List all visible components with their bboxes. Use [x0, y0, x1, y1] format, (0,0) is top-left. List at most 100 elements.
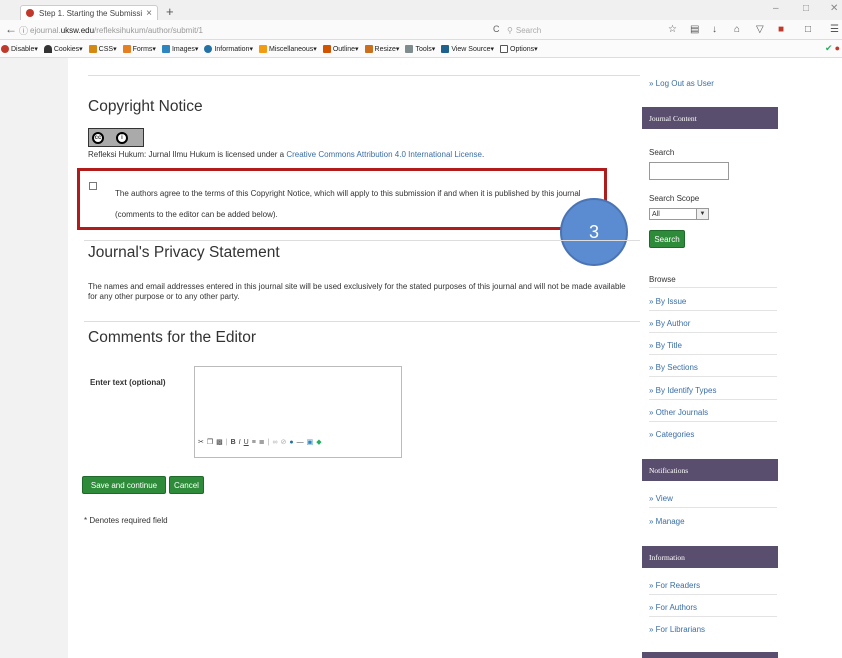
window-maximize-button[interactable]: □	[803, 3, 809, 14]
back-arrow-icon[interactable]: ←	[5, 22, 17, 36]
license-link[interactable]: Creative Commons Attribution 4.0 Interna…	[286, 150, 482, 159]
browse-link-by-sections[interactable]: » By Sections	[649, 363, 698, 372]
copyright-agree-checkbox[interactable]	[89, 182, 97, 190]
browser-search-input[interactable]: ⚲ Search	[507, 23, 647, 37]
info-link-for-authors[interactable]: » For Authors	[649, 603, 697, 612]
search-placeholder: Search	[515, 25, 542, 35]
divider	[84, 321, 640, 322]
download-icon[interactable]: ↓	[712, 24, 717, 35]
html-icon[interactable]: —	[297, 439, 304, 446]
divider	[649, 310, 777, 311]
tab-title: Step 1. Starting the Submissi	[39, 8, 143, 18]
window-close-button[interactable]: ✕	[830, 3, 838, 14]
dev-forms[interactable]: Forms▾	[122, 44, 156, 53]
browse-link-by-author[interactable]: » By Author	[649, 319, 690, 328]
divider	[649, 421, 777, 422]
page-right-gutter	[790, 58, 842, 658]
save-continue-button[interactable]: Save and continue	[82, 476, 166, 494]
browse-label: Browse	[649, 275, 676, 284]
plugin-icon[interactable]: ◆	[316, 438, 321, 446]
paste-icon[interactable]: ▩	[216, 438, 223, 446]
library-icon[interactable]: ▤	[690, 24, 699, 35]
search-scope-label: Search Scope	[649, 194, 700, 203]
notification-link-manage[interactable]: » Manage	[649, 517, 685, 526]
bold-icon[interactable]: B	[231, 439, 236, 446]
cut-icon[interactable]: ✂	[198, 438, 204, 446]
dev-status-icon: ✔ ●	[825, 43, 840, 53]
options-icon	[500, 44, 508, 53]
browse-link-categories[interactable]: » Categories	[649, 430, 694, 439]
italic-icon[interactable]: I	[239, 439, 241, 446]
underline-icon[interactable]: U	[244, 439, 249, 446]
browser-tab[interactable]: Step 1. Starting the Submissi ×	[20, 5, 158, 20]
sidebar-icon[interactable]: □	[805, 24, 811, 35]
site-favicon-icon	[26, 9, 34, 17]
chevron-down-icon: ▼	[696, 209, 708, 219]
sidebar-search-input[interactable]	[649, 162, 729, 180]
browse-link-other-journals[interactable]: » Other Journals	[649, 408, 708, 417]
info-link-for-readers[interactable]: » For Readers	[649, 581, 700, 590]
comments-label: Enter text (optional)	[90, 378, 166, 387]
cancel-button[interactable]: Cancel	[169, 476, 204, 494]
new-tab-button[interactable]: +	[166, 4, 174, 19]
divider	[649, 354, 777, 355]
image-icon	[161, 44, 170, 53]
dev-miscellaneous[interactable]: Miscellaneous▾	[258, 44, 317, 53]
help-icon[interactable]: ●	[289, 439, 293, 446]
privacy-title: Journal's Privacy Statement	[88, 244, 280, 261]
divider	[649, 594, 777, 595]
tab-close-icon[interactable]: ×	[146, 8, 152, 19]
creative-commons-badge-icon[interactable]: cc i	[88, 128, 144, 147]
sidebar-heading-notifications: Notifications	[642, 459, 778, 481]
dev-cookies[interactable]: Cookies▾	[43, 44, 83, 53]
url-bar[interactable]: ejournal. uksw.edu/refleksihukum/author/s…	[30, 23, 470, 37]
sidebar-heading-information: Information	[642, 546, 778, 568]
dev-resize[interactable]: Resize▾	[364, 44, 399, 53]
dev-information[interactable]: Information▾	[204, 44, 253, 53]
dev-outline[interactable]: Outline▾	[322, 44, 359, 53]
editor-toolbar: ✂ ❐ ▩ | B I U ≡ ≣ | ∞ ⊘ ● — ▣ ◆	[198, 438, 322, 447]
browse-link-by-identify-types[interactable]: » By Identify Types	[649, 386, 716, 395]
info-icon[interactable]: ⓘ	[19, 24, 28, 37]
sidebar-heading-next	[642, 652, 778, 658]
browser-nav-bar: ← ⓘ ejournal. uksw.edu/refleksihukum/auth…	[0, 20, 842, 40]
info-link-for-librarians[interactable]: » For Librarians	[649, 625, 705, 634]
notification-link-view[interactable]: » View	[649, 494, 673, 503]
dev-images[interactable]: Images▾	[161, 44, 198, 53]
divider	[649, 287, 777, 288]
license-text: Refleksi Hukum: Jurnal Ilmu Hukum is lic…	[88, 150, 485, 159]
dev-tools[interactable]: Tools▾	[405, 44, 435, 53]
dev-view-source[interactable]: View Source▾	[441, 44, 494, 53]
dev-options[interactable]: Options▾	[500, 44, 538, 53]
information-icon	[204, 44, 213, 53]
dev-disable[interactable]: Disable▾	[1, 44, 38, 53]
sidebar-search-button[interactable]: Search	[649, 230, 685, 248]
browse-link-by-issue[interactable]: » By Issue	[649, 297, 686, 306]
bookmark-star-icon[interactable]: ☆	[668, 24, 677, 35]
reload-icon[interactable]: C	[493, 24, 500, 34]
logout-link[interactable]: » Log Out as User	[649, 79, 714, 88]
divider	[649, 616, 777, 617]
divider	[649, 332, 777, 333]
window-minimize-button[interactable]: –	[773, 3, 779, 14]
numbered-list-icon[interactable]: ≣	[259, 438, 265, 446]
dev-css[interactable]: CSS▾	[88, 44, 117, 53]
addon-icon[interactable]: ■	[778, 24, 784, 35]
unlink-icon[interactable]: ⊘	[280, 438, 286, 446]
bullet-list-icon[interactable]: ≡	[252, 439, 256, 446]
browse-link-by-title[interactable]: » By Title	[649, 341, 682, 350]
search-label: Search	[649, 148, 675, 157]
step-marker: 3	[560, 198, 628, 266]
privacy-text: The names and email addresses entered in…	[88, 282, 626, 301]
fullscreen-icon[interactable]: ▣	[307, 438, 314, 446]
home-icon[interactable]: ⌂	[734, 24, 740, 35]
pocket-icon[interactable]: ▽	[756, 24, 764, 35]
outline-pencil-icon	[322, 44, 331, 53]
menu-icon[interactable]: ☰	[830, 24, 839, 35]
copy-icon[interactable]: ❐	[207, 438, 213, 446]
divider	[649, 376, 777, 377]
tools-icon	[405, 44, 414, 53]
search-scope-select[interactable]: All ▼	[649, 208, 709, 220]
url-prefix: ejournal.	[30, 25, 61, 35]
link-icon[interactable]: ∞	[272, 439, 277, 446]
